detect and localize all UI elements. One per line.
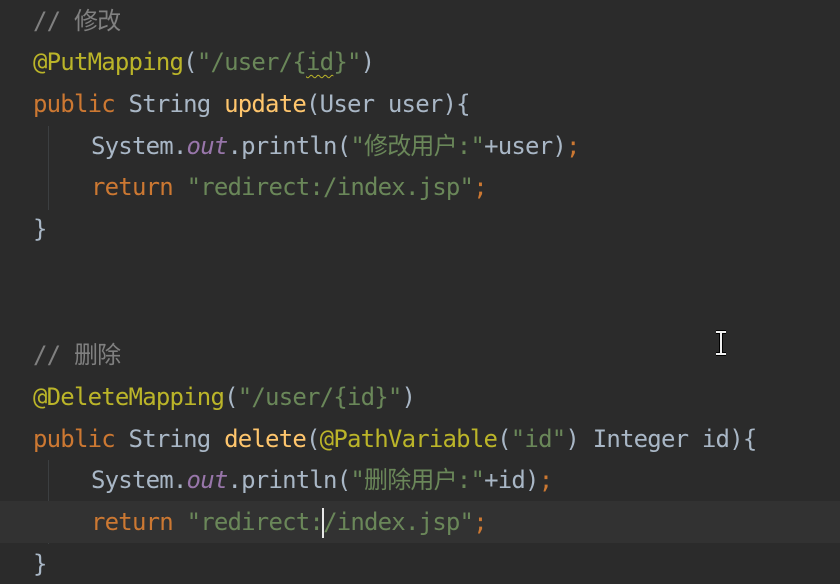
code-line[interactable]: return "redirect:/index.jsp"; — [0, 166, 840, 208]
paren: ( — [224, 383, 238, 411]
code-line[interactable]: } — [0, 543, 840, 584]
annotation: @DeleteMapping — [33, 383, 225, 411]
comment: // 修改 — [33, 7, 121, 35]
code-line[interactable]: @PutMapping("/user/{id}") — [0, 41, 840, 83]
brace: } — [33, 215, 47, 243]
string-literal: }" — [333, 48, 361, 76]
semicolon: ; — [473, 173, 487, 201]
code-line[interactable]: } — [0, 208, 840, 250]
code-line[interactable]: public String update(User user){ — [0, 83, 840, 125]
code-text: .println( — [227, 132, 352, 160]
keyword: return — [91, 173, 174, 201]
method-name: update — [224, 90, 307, 118]
comment: // 删除 — [33, 341, 121, 369]
paren: ( — [306, 425, 320, 453]
code-line[interactable]: @DeleteMapping("/user/{id}") — [0, 376, 840, 418]
code-line[interactable]: public String delete(@PathVariable("id")… — [0, 418, 840, 460]
string-literal: "删除用户:" — [350, 466, 485, 494]
keyword: return — [91, 508, 174, 536]
annotation: @PutMapping — [33, 48, 184, 76]
string-literal: "id" — [510, 425, 566, 453]
type-name: String — [114, 425, 225, 453]
string-literal: /index.jsp" — [323, 508, 474, 536]
annotation: @PathVariable — [319, 425, 498, 453]
paren: ) — [360, 48, 375, 76]
semicolon: ; — [566, 132, 580, 160]
keyword: public — [33, 90, 116, 118]
string-literal: id — [306, 48, 334, 76]
paren: ( — [497, 425, 511, 453]
code-text: System. — [91, 466, 187, 494]
string-literal: "修改用户:" — [350, 132, 485, 160]
paren: ( — [183, 48, 197, 76]
brace: } — [33, 550, 47, 578]
code-text: Integer id){ — [579, 425, 758, 453]
text-ibeam-cursor-icon — [716, 330, 726, 356]
code-text: .println( — [227, 466, 352, 494]
string-literal: "/user/{ — [196, 48, 307, 76]
current-code-line[interactable]: return "redirect:/index.jsp"; — [0, 501, 840, 543]
code-editor[interactable]: // 修改 @PutMapping("/user/{id}") public S… — [0, 0, 840, 584]
string-literal: "/user/{id}" — [237, 383, 403, 411]
keyword: public — [33, 425, 116, 453]
code-line[interactable]: System.out.println("修改用户:"+user); — [0, 125, 840, 167]
code-text: System. — [91, 132, 187, 160]
method-name: delete — [224, 425, 307, 453]
code-line[interactable]: // 修改 — [0, 0, 840, 42]
string-literal: "redirect:/index.jsp" — [186, 173, 474, 201]
code-text: (User user){ — [306, 90, 471, 118]
code-text: +user) — [484, 132, 567, 160]
semicolon: ; — [538, 466, 553, 494]
string-literal: "redirect: — [186, 508, 324, 536]
static-field: out — [186, 466, 229, 494]
code-text: +id) — [484, 466, 539, 494]
code-line[interactable]: System.out.println("删除用户:"+id); — [0, 459, 840, 501]
type-name: String — [114, 90, 225, 118]
paren: ) — [565, 425, 580, 453]
paren: ) — [401, 383, 416, 411]
semicolon: ; — [473, 508, 487, 536]
static-field: out — [186, 132, 229, 160]
